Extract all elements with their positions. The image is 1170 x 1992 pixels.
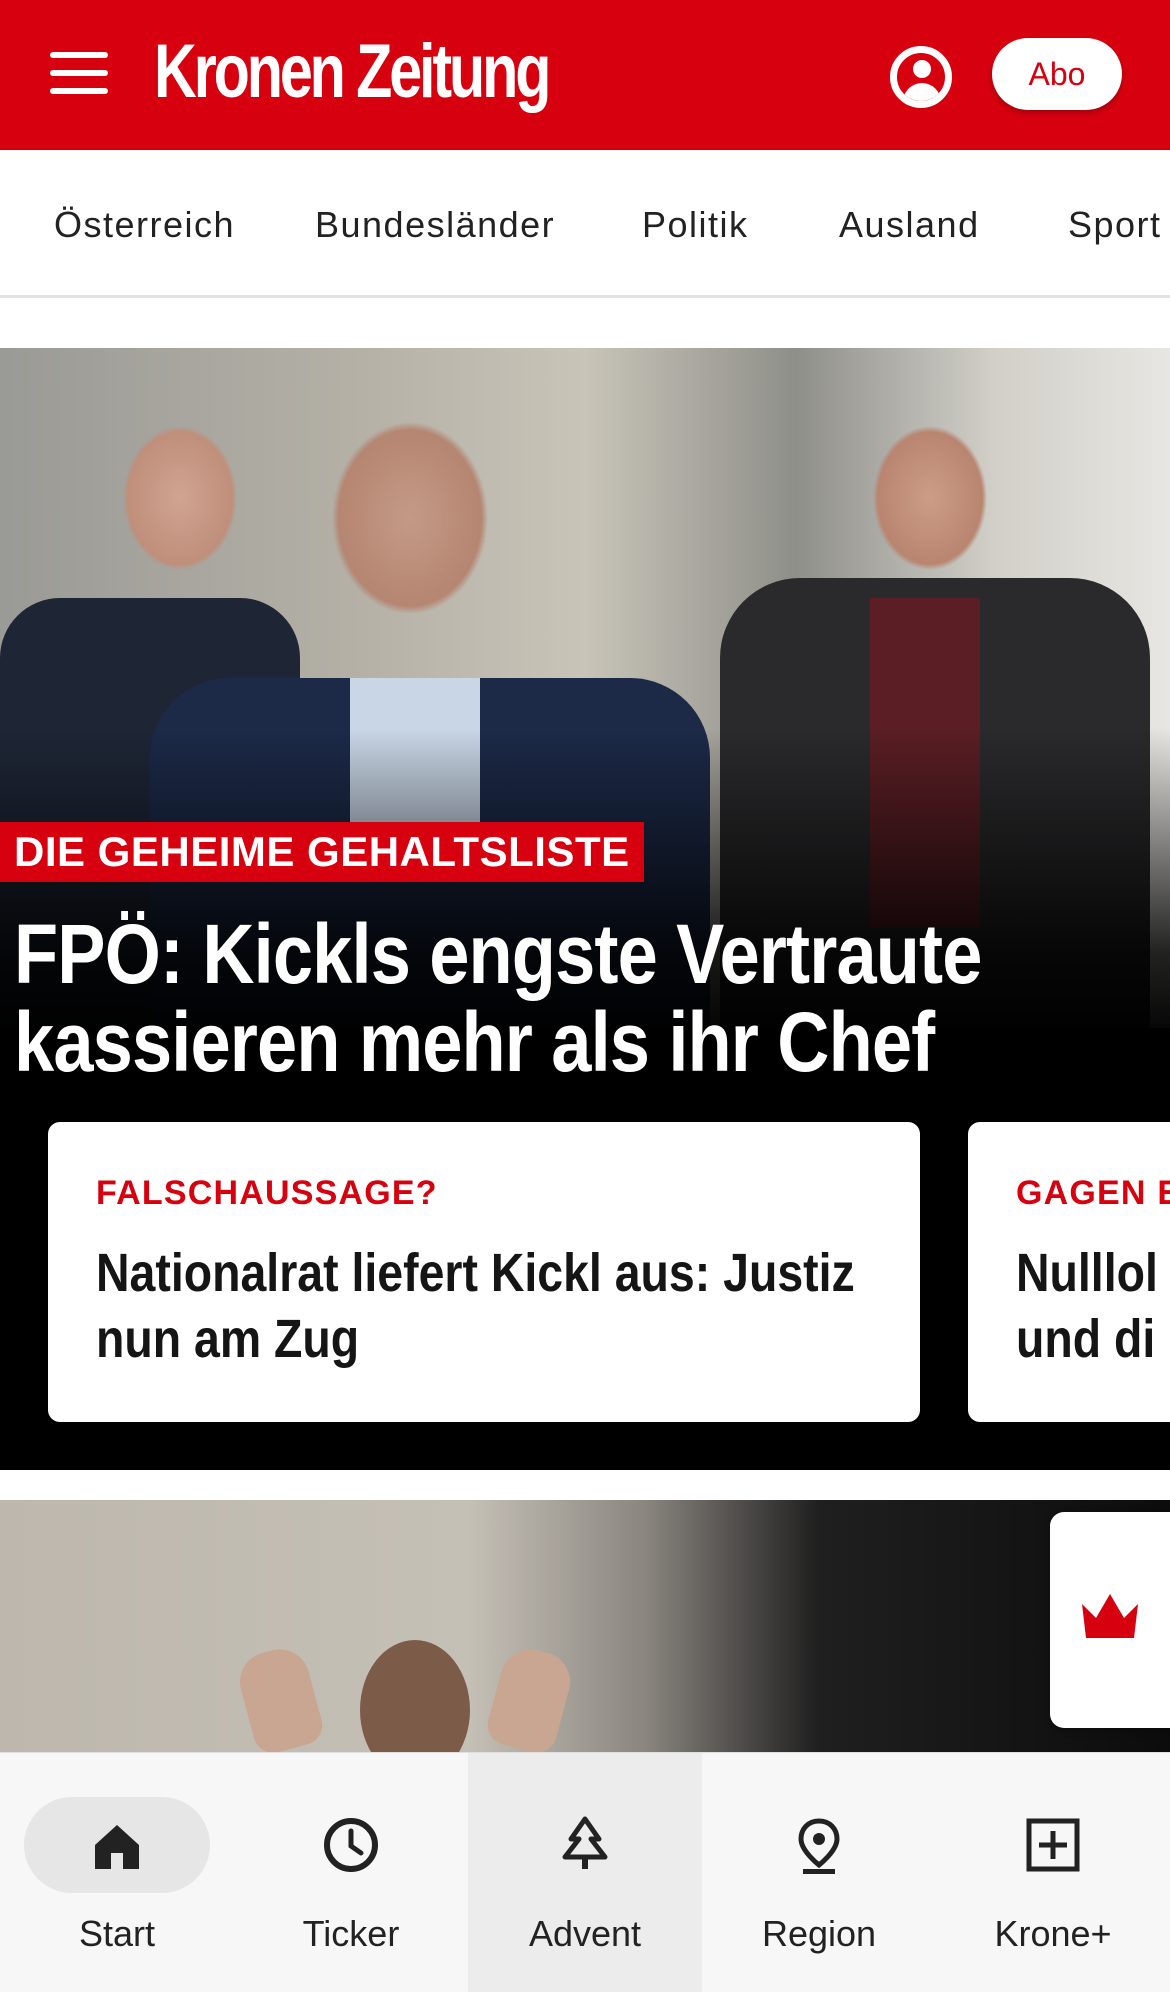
hero-headline[interactable]: FPÖ: Kickls engste Vertraute kassieren m… <box>14 910 1149 1086</box>
nav-ticker[interactable]: Ticker <box>234 1753 468 1992</box>
nav-label: Krone+ <box>994 1913 1112 1954</box>
hamburger-icon-bar <box>50 88 108 94</box>
tree-icon <box>562 1816 608 1869</box>
category-sport[interactable]: Sport <box>1068 204 1162 246</box>
nav-label: Region <box>761 1913 877 1954</box>
subarticle-card[interactable]: GAGEN E Nulllol und di <box>968 1122 1170 1422</box>
location-pin-icon <box>798 1818 840 1874</box>
hamburger-icon-bar <box>50 70 108 76</box>
nav-label: Ticker <box>302 1913 400 1954</box>
category-ausland[interactable]: Ausland <box>839 204 980 246</box>
subarticle-kicker: GAGEN E <box>1016 1174 1170 1212</box>
brand-logo[interactable]: Kronen Zeitung <box>154 34 551 110</box>
nav-label: Advent <box>528 1913 642 1954</box>
bottom-navigation: Start Ticker Advent Region Krone+ <box>0 1752 1170 1992</box>
subarticle-title: Nationalrat liefert Kickl aus: Justiz nu… <box>96 1243 855 1369</box>
hero-kicker: DIE GEHEIME GEHALTSLISTE <box>0 822 644 882</box>
article-image[interactable] <box>0 1500 1170 1752</box>
menu-button[interactable] <box>50 52 116 100</box>
home-icon <box>95 1825 139 1869</box>
category-oesterreich[interactable]: Österreich <box>54 204 235 246</box>
nav-label: Start <box>78 1913 156 1954</box>
clock-icon <box>324 1818 378 1872</box>
category-nav: Österreich Bundesländer Politik Ausland … <box>0 150 1170 298</box>
top-header: Kronen Zeitung Abo <box>0 0 1170 150</box>
plus-box-icon <box>1026 1818 1080 1872</box>
nav-advent[interactable]: Advent <box>468 1753 702 1992</box>
hamburger-icon-bar <box>50 52 108 58</box>
subarticle-kicker: FALSCHAUSSAGE? <box>96 1174 438 1212</box>
crown-icon <box>1082 1594 1138 1638</box>
abo-button[interactable]: Abo <box>992 38 1122 110</box>
nav-region[interactable]: Region <box>702 1753 936 1992</box>
hero-article[interactable]: DIE GEHEIME GEHALTSLISTE FPÖ: Kickls eng… <box>0 348 1170 1470</box>
krone-crown-button[interactable] <box>1050 1512 1170 1728</box>
nav-kroneplus[interactable]: Krone+ <box>936 1753 1170 1992</box>
user-account-icon[interactable] <box>890 46 952 108</box>
nav-start[interactable]: Start <box>0 1753 234 1992</box>
category-bundeslaender[interactable]: Bundesländer <box>315 204 555 246</box>
subarticle-card[interactable]: FALSCHAUSSAGE? Nationalrat liefert Kickl… <box>48 1122 920 1422</box>
category-politik[interactable]: Politik <box>642 204 749 246</box>
subarticle-title: Nulllol und di <box>1016 1243 1158 1369</box>
